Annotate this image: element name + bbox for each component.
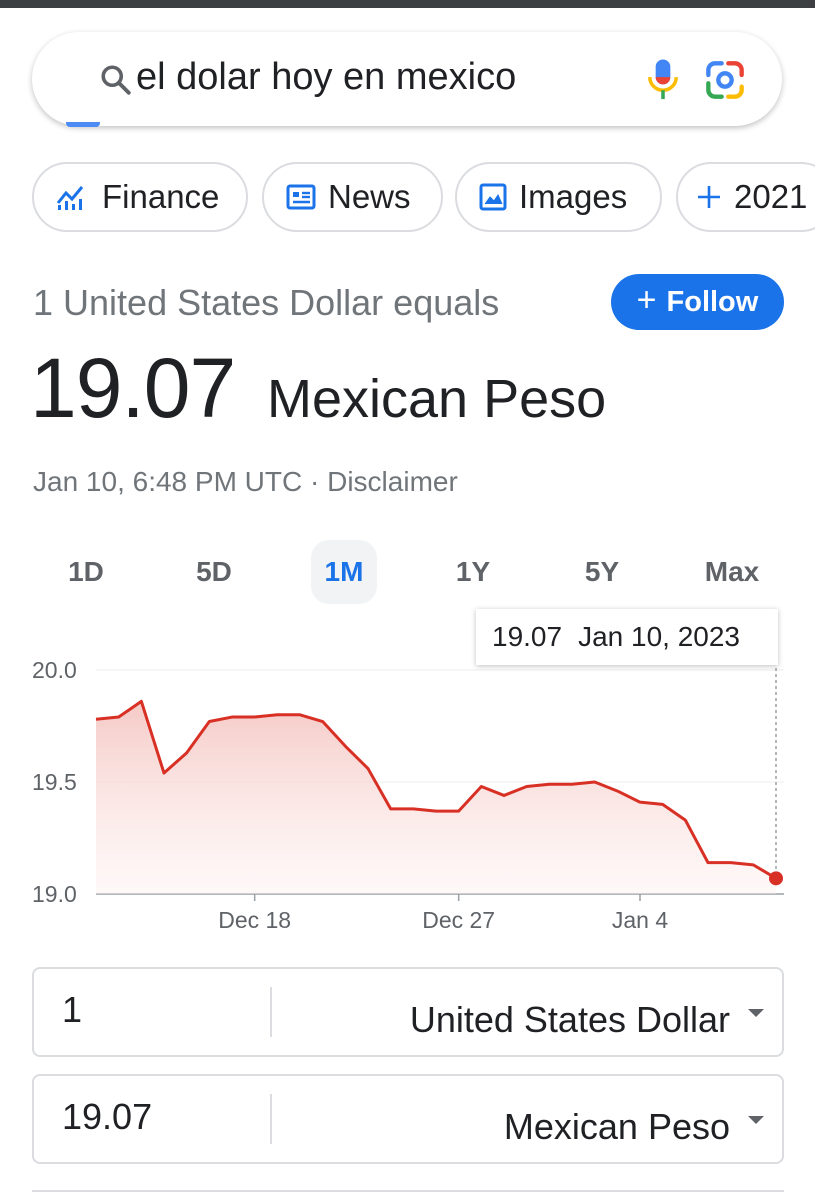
next-section-edge [32, 1190, 784, 1200]
chevron-down-icon[interactable] [748, 1009, 764, 1017]
x-tick-label: Dec 27 [422, 907, 495, 933]
chip-label: Finance [102, 178, 220, 215]
chevron-down-icon[interactable] [748, 1116, 764, 1124]
tab-5d[interactable]: 5D [179, 540, 249, 604]
conversion-caption: 1 United States Dollar equals [33, 282, 500, 323]
google-lens-icon[interactable] [705, 60, 745, 100]
plus-icon [698, 186, 720, 208]
converter-divider [270, 987, 272, 1037]
follow-button[interactable]: + Follow [611, 274, 784, 330]
converter-from: 1 United States Dollar [32, 967, 784, 1057]
chip-2021[interactable]: 2021 [676, 162, 815, 232]
chip-finance[interactable]: Finance [32, 162, 248, 232]
filter-chips: Finance News Images 2021 [32, 162, 815, 232]
image-icon [479, 183, 507, 211]
range-tabs: 1D 5D 1M 1Y 5Y Max [33, 540, 783, 604]
tab-max[interactable]: Max [695, 540, 769, 604]
chip-label: Images [519, 178, 628, 215]
converter-divider [270, 1094, 272, 1144]
tooltip-value: 19.07 [492, 621, 563, 652]
microphone-icon[interactable] [645, 58, 681, 102]
y-tick-label: 19.5 [32, 769, 77, 795]
follow-label: Follow [666, 285, 759, 318]
tooltip-date: Jan 10, 2023 [578, 621, 740, 652]
from-currency-select[interactable]: United States Dollar [410, 999, 730, 1041]
chart-area-fill [96, 701, 776, 894]
exchange-rate-chart[interactable]: 20.0 19.5 19.0 Dec 18 Dec 27 Jan 4 [0, 650, 815, 950]
news-icon [286, 184, 316, 210]
y-tick-label: 20.0 [32, 657, 77, 683]
exchange-rate-currency: Mexican Peso [267, 369, 607, 429]
search-icon [101, 65, 131, 95]
tab-5y[interactable]: 5Y [567, 540, 637, 604]
to-amount-input[interactable]: 19.07 [62, 1096, 152, 1138]
exchange-rate-value: 19.07 [30, 341, 236, 435]
chip-images[interactable]: Images [455, 162, 662, 232]
finance-chart-icon [56, 186, 84, 210]
chart-current-point [769, 871, 783, 886]
chart-tooltip: 19.07 Jan 10, 2023 [476, 609, 778, 665]
tab-1d[interactable]: 1D [51, 540, 121, 604]
tab-1y[interactable]: 1Y [438, 540, 508, 604]
chip-news[interactable]: News [262, 162, 443, 232]
plus-icon: + [636, 281, 657, 319]
search-input[interactable]: el dolar hoy en mexico [136, 56, 516, 99]
converter-to: 19.07 Mexican Peso [32, 1074, 784, 1164]
to-currency-select[interactable]: Mexican Peso [504, 1106, 730, 1148]
x-tick-label: Jan 4 [612, 907, 668, 933]
search-box[interactable]: el dolar hoy en mexico [32, 32, 782, 126]
chip-label: 2021 [734, 178, 808, 215]
search-underline [66, 122, 100, 127]
rate-timestamp: Jan 10, 6:48 PM UTC · Disclaimer [33, 466, 458, 497]
tab-1m[interactable]: 1M [311, 540, 377, 604]
chip-label: News [328, 178, 411, 215]
y-tick-label: 19.0 [32, 881, 77, 907]
top-status-bar [0, 0, 815, 8]
x-tick-label: Dec 18 [218, 907, 291, 933]
from-amount-input[interactable]: 1 [62, 989, 82, 1031]
